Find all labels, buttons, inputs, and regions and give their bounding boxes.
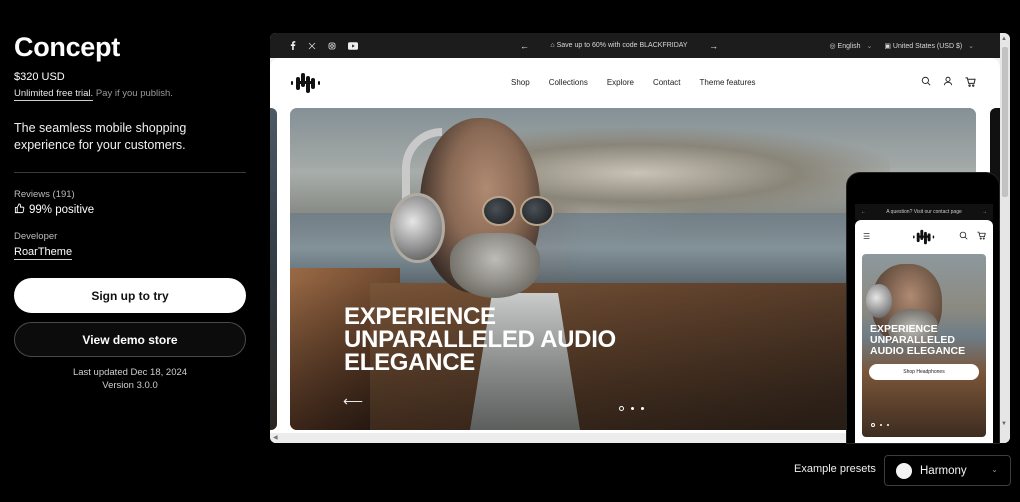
hero-heading-line: ELEGANCE xyxy=(344,349,475,376)
preset-swatch xyxy=(896,462,912,479)
cart-count: 3 xyxy=(977,73,980,79)
menu-item-shop[interactable]: Shop xyxy=(511,78,530,87)
free-trial-link[interactable]: Unlimited free trial. xyxy=(14,88,94,101)
chevron-down-icon: ⌄ xyxy=(866,42,873,50)
developer-link[interactable]: RoarTheme xyxy=(14,246,73,260)
previous-slide-peek xyxy=(270,108,277,430)
example-presets-label: Example presets xyxy=(794,463,876,475)
slide-dot-3[interactable] xyxy=(641,407,644,410)
scroll-down-icon[interactable]: ▼ xyxy=(1001,421,1007,427)
sign-up-button[interactable]: Sign up to try xyxy=(14,278,246,313)
x-icon[interactable] xyxy=(308,42,316,50)
chevron-down-icon: ⌄ xyxy=(968,42,974,50)
preset-selected-value: Harmony xyxy=(920,464,967,477)
slide-pagination xyxy=(619,406,644,411)
announcement-prev-arrow-icon[interactable]: ← xyxy=(520,41,529,51)
trial-info: Unlimited free trial. Pay if you publish… xyxy=(14,88,246,101)
scrollbar-thumb[interactable] xyxy=(1002,47,1008,197)
hero-image-sunglasses xyxy=(520,196,554,226)
slide-dot-2[interactable] xyxy=(631,407,634,410)
menu-item-explore[interactable]: Explore xyxy=(607,78,634,87)
mobile-store-page: ☰ EXPERIENCE UNPARALLELED AUDIO ELEGANCE… xyxy=(855,220,993,443)
announcement-bar: ← ⌂ Save up to 60% with code BLACKFRIDAY… xyxy=(270,33,1010,58)
review-rating: 99% positive xyxy=(14,203,246,217)
cart-icon[interactable]: 3 xyxy=(965,73,980,87)
currency-icon: ▣ xyxy=(884,42,891,50)
tag-icon: ⌂ xyxy=(550,42,555,49)
main-menu: Shop Collections Explore Contact Theme f… xyxy=(511,78,756,87)
vertical-scrollbar[interactable]: ▲ ▼ xyxy=(1000,33,1010,443)
country-selector[interactable]: ▣ United States (USD $) ⌄ xyxy=(884,42,974,50)
language-selector[interactable]: ◎ English ⌄ xyxy=(829,42,872,50)
chevron-down-icon: ⌄ xyxy=(991,465,998,474)
theme-info-panel: Concept $320 USD Unlimited free trial. P… xyxy=(14,30,246,392)
mobile-announcement-text: A question? Visit our contact page xyxy=(886,209,962,215)
mobile-slide-dot-2[interactable] xyxy=(880,424,882,426)
announcement-text: Save up to 60% with code BLACKFRIDAY xyxy=(556,42,688,49)
mobile-announcement-prev-icon[interactable]: ← xyxy=(861,209,866,215)
mobile-hero-heading: EXPERIENCE UNPARALLELED AUDIO ELEGANCE xyxy=(870,324,965,357)
announcement-carousel: ← ⌂ Save up to 60% with code BLACKFRIDAY… xyxy=(520,41,718,51)
view-demo-store-button[interactable]: View demo store xyxy=(14,322,246,357)
developer-label: Developer xyxy=(14,231,58,242)
version: Version 3.0.0 xyxy=(102,380,158,391)
preset-dropdown[interactable]: Harmony ⌄ xyxy=(884,455,1011,486)
hero-heading-line: UNPARALLELED AUDIO xyxy=(344,326,616,353)
hero-heading-line: EXPERIENCE xyxy=(344,303,496,330)
mobile-cart-icon[interactable] xyxy=(977,231,986,242)
thumbs-up-icon xyxy=(14,203,25,217)
hero-heading: EXPERIENCE UNPARALLELED AUDIO ELEGANCE xyxy=(344,303,616,376)
globe-icon: ◎ xyxy=(829,42,836,50)
shop-headphones-button[interactable]: Shop Headphones xyxy=(869,364,979,380)
slide-prev-arrow-icon[interactable]: ⟵ xyxy=(343,393,363,410)
scroll-up-icon[interactable]: ▲ xyxy=(1001,36,1007,42)
last-updated: Last updated Dec 18, 2024 xyxy=(72,367,188,378)
mobile-hero-heading-line: AUDIO ELEGANCE xyxy=(870,345,966,357)
mobile-hero: EXPERIENCE UNPARALLELED AUDIO ELEGANCE S… xyxy=(862,254,986,437)
mobile-header: ☰ xyxy=(855,220,993,254)
hero-image-sunglasses xyxy=(482,196,516,226)
mobile-slide-pagination xyxy=(871,423,889,427)
theme-meta: Last updated Dec 18, 2024 Version 3.0.0 xyxy=(14,366,246,392)
mobile-announcement-next-icon[interactable]: → xyxy=(982,209,987,215)
scroll-left-icon[interactable]: ◀ xyxy=(273,434,278,441)
announcement-message: ⌂ Save up to 60% with code BLACKFRIDAY xyxy=(537,42,701,49)
country-label: United States (USD $) xyxy=(892,42,963,50)
theme-price: $320 USD xyxy=(14,71,65,83)
announcement-next-arrow-icon[interactable]: → xyxy=(709,41,718,51)
mobile-store-logo[interactable] xyxy=(912,229,936,250)
menu-item-theme-features[interactable]: Theme features xyxy=(700,78,756,87)
mobile-slide-dot-1[interactable] xyxy=(871,423,875,427)
slide-dot-1[interactable] xyxy=(619,406,624,411)
theme-title: Concept xyxy=(14,32,120,62)
reviews-link[interactable]: Reviews (191) xyxy=(14,189,246,200)
mobile-hero-image-headphone xyxy=(866,284,892,318)
hamburger-menu-icon[interactable]: ☰ xyxy=(863,232,870,241)
trial-note: Pay if you publish. xyxy=(95,88,173,99)
divider xyxy=(14,172,246,173)
positive-percentage: 99% positive xyxy=(29,204,95,216)
mobile-preview: ← A question? Visit our contact page → ☰ xyxy=(846,172,1000,444)
store-header: Shop Collections Explore Contact Theme f… xyxy=(270,58,1000,106)
language-label: English xyxy=(837,42,861,50)
menu-item-contact[interactable]: Contact xyxy=(653,78,681,87)
store-logo[interactable] xyxy=(290,72,322,99)
menu-item-collections[interactable]: Collections xyxy=(549,78,588,87)
search-icon[interactable] xyxy=(921,73,931,91)
theme-tagline: The seamless mobile shopping experience … xyxy=(14,121,187,152)
instagram-icon[interactable] xyxy=(328,42,336,50)
facebook-icon[interactable] xyxy=(290,41,296,50)
youtube-icon[interactable] xyxy=(348,41,358,50)
account-icon[interactable] xyxy=(943,73,953,91)
mobile-slide-dot-3[interactable] xyxy=(887,424,889,426)
mobile-search-icon[interactable] xyxy=(959,231,968,242)
social-links xyxy=(290,41,358,50)
header-icons: 3 xyxy=(921,73,980,91)
hero-image-headphone xyxy=(390,193,445,263)
locale-selectors: ◎ English ⌄ ▣ United States (USD $) ⌄ xyxy=(829,42,974,50)
mobile-announcement-bar: ← A question? Visit our contact page → xyxy=(855,204,993,220)
